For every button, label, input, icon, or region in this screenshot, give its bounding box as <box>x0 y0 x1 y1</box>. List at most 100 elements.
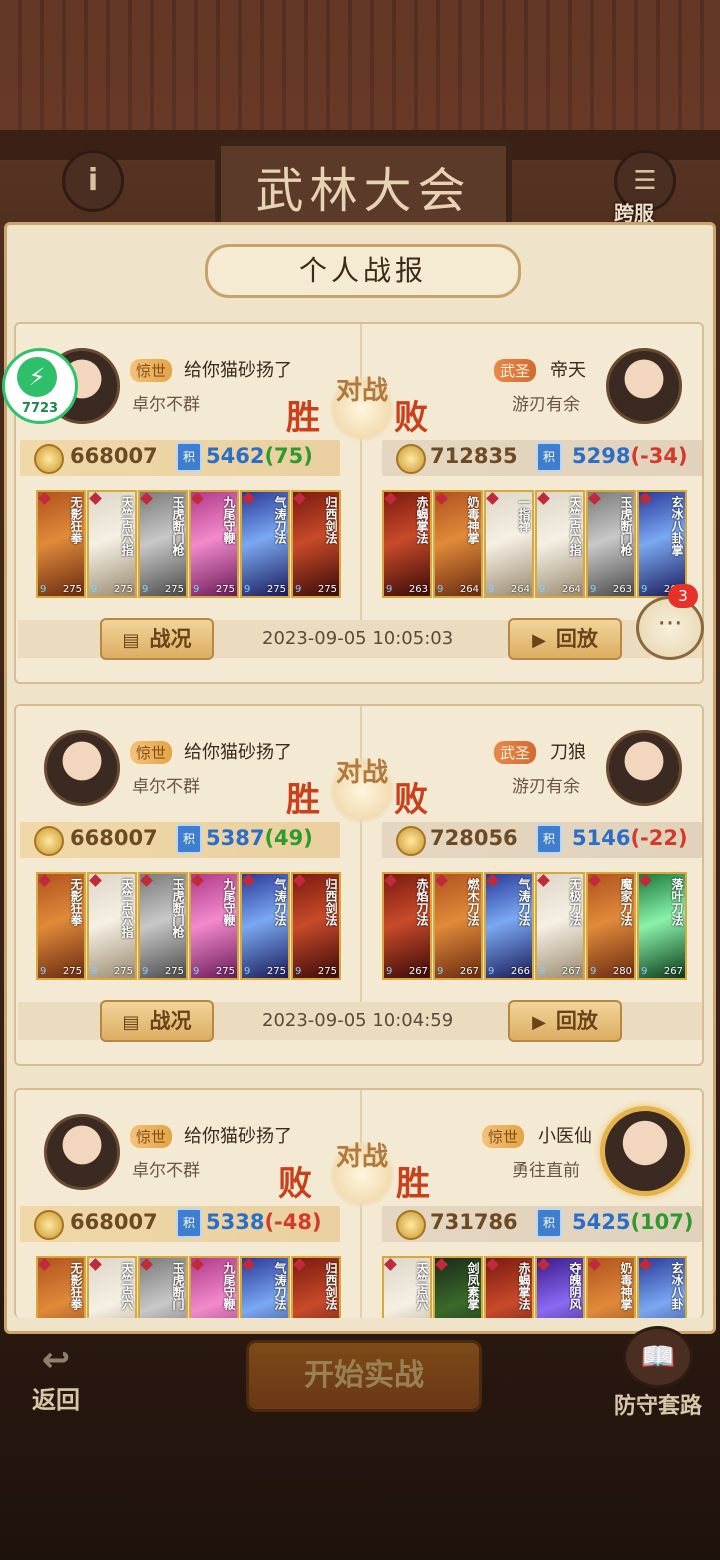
result-right: 胜 <box>396 1164 430 1204</box>
score-value: 5298(-34) <box>572 444 688 468</box>
avatar[interactable] <box>606 348 682 424</box>
guild-name: 游刃有余 <box>512 777 580 797</box>
player-name: 给你猫砂扬了 <box>184 360 292 381</box>
skill-card[interactable]: 赤蝎掌法 9 263 <box>382 490 432 598</box>
coin-icon <box>34 444 64 474</box>
coin-icon <box>396 1210 426 1240</box>
skill-card[interactable]: 落叶刀法 9 267 <box>637 872 687 980</box>
skill-card[interactable]: 夺魄阴风 <box>535 1256 585 1318</box>
score-icon: 积 <box>176 1208 202 1238</box>
result-left: 胜 <box>286 780 320 820</box>
coin-icon <box>34 826 64 856</box>
start-battle-label: 开始实战 <box>304 1358 424 1393</box>
skill-card[interactable]: 气涛刀法 <box>240 1256 290 1318</box>
avatar[interactable] <box>44 730 120 806</box>
divider <box>360 706 362 1006</box>
skill-card[interactable]: 归西剑法 9 275 <box>291 490 341 598</box>
result-left: 败 <box>278 1164 312 1204</box>
skill-card[interactable]: 玉虎断门枪 9 275 <box>138 490 188 598</box>
skill-card[interactable]: 天竺点穴 <box>87 1256 137 1318</box>
skill-card[interactable]: 燃木刀法 9 267 <box>433 872 483 980</box>
score-value: 5338(-48) <box>206 1210 322 1234</box>
power-value: 668007 <box>70 444 158 468</box>
power-value: 712835 <box>430 444 518 468</box>
skill-card[interactable]: 无影狂拳 9 275 <box>36 490 86 598</box>
defense-setup-button[interactable]: 📖 防守套路 <box>600 1326 716 1420</box>
skill-card[interactable]: 奶毒神掌 9 264 <box>433 490 483 598</box>
roof-decoration <box>0 0 720 150</box>
battle-time: 2023-09-05 10:04:59 <box>262 1010 454 1031</box>
skill-card[interactable]: 归西剑法 <box>291 1256 341 1318</box>
skill-card[interactable]: 天竺点穴指 9 275 <box>87 872 137 980</box>
coin-icon <box>34 1210 64 1240</box>
back-button[interactable]: ↩ 返回 <box>18 1340 94 1415</box>
defense-setup-label: 防守套路 <box>613 1394 702 1419</box>
replay-button[interactable]: ▶ 回放 <box>508 618 622 660</box>
player-name: 给你猫砂扬了 <box>184 742 292 763</box>
power-value: 731786 <box>430 1210 518 1234</box>
play-icon: ▶ <box>532 1012 546 1033</box>
score-icon: 积 <box>176 824 202 854</box>
battle-record-1: 惊世 给你猫砂扬了 卓尔不群 胜 对战 败 武圣 帝天 游刃有余 668007 … <box>14 322 704 684</box>
score-icon: 积 <box>536 442 562 472</box>
book-icon: 📖 <box>623 1326 693 1388</box>
info-icon[interactable]: i <box>62 150 124 212</box>
skill-card[interactable]: 玉虎断门枪 9 263 <box>586 490 636 598</box>
skill-card[interactable]: 玉虎断门枪 9 275 <box>138 872 188 980</box>
skill-card[interactable]: 奶毒神掌 <box>586 1256 636 1318</box>
skill-card[interactable]: 无影狂拳 <box>36 1256 86 1318</box>
guild-name: 卓尔不群 <box>132 395 200 415</box>
player-name: 帝天 <box>550 360 586 381</box>
score-value: 5146(-22) <box>572 826 688 850</box>
list-icon: ▤ <box>122 630 140 651</box>
avatar[interactable] <box>44 1114 120 1190</box>
skill-card[interactable]: 无影狂拳 9 275 <box>36 872 86 980</box>
rank-badge: 惊世 <box>130 1125 173 1148</box>
skill-card[interactable]: 气涛刀法 9 266 <box>484 872 534 980</box>
skill-card[interactable]: 玉虎断门 <box>138 1256 188 1318</box>
skill-card[interactable]: 一指禅 9 264 <box>484 490 534 598</box>
skill-card[interactable]: 九尾守鞭 9 275 <box>189 872 239 980</box>
rank-badge: 武圣 <box>494 359 537 382</box>
skill-card[interactable]: 九尾守鞭 9 275 <box>189 490 239 598</box>
skill-card[interactable]: 气涛刀法 9 275 <box>240 490 290 598</box>
battle-report-button[interactable]: ▤ 战况 <box>100 1000 214 1042</box>
skill-card[interactable]: 无极刀法 9 267 <box>535 872 585 980</box>
avatar[interactable] <box>600 1106 690 1196</box>
skill-card[interactable]: 魔家刀法 9 280 <box>586 872 636 980</box>
battle-record-2: 惊世 给你猫砂扬了 卓尔不群 胜 对战 败 武圣 刀狼 游刃有余 668007 … <box>14 704 704 1066</box>
skill-card[interactable]: 赤蝎掌法 <box>484 1256 534 1318</box>
left-card-row: 无影狂拳 天竺点穴 玉虎断门 九尾守鞭 气涛刀法 归西剑法 <box>36 1256 341 1318</box>
skill-card[interactable]: 赤焰刀法 9 267 <box>382 872 432 980</box>
guild-name: 卓尔不群 <box>132 1161 200 1181</box>
skill-card[interactable]: 天竺点穴 <box>382 1256 432 1318</box>
start-battle-button[interactable]: 开始实战 <box>246 1340 482 1412</box>
overlay-7723-button[interactable]: ⚡ 7723 <box>2 348 78 424</box>
coin-icon <box>396 444 426 474</box>
right-card-row: 天竺点穴 剑凤素掌 赤蝎掌法 夺魄阴风 奶毒神掌 玄冰八卦 <box>382 1256 687 1318</box>
score-value: 5387(49) <box>206 826 313 850</box>
rank-badge: 惊世 <box>482 1125 525 1148</box>
skill-card[interactable]: 玄冰八卦掌9263 <box>637 490 687 598</box>
replay-button[interactable]: ▶ 回放 <box>508 1000 622 1042</box>
left-card-row: 无影狂拳 9 275 天竺点穴指 9 275 玉虎断门枪 9 275 九尾守鞭 9 275 气涛… <box>36 490 341 600</box>
guild-name: 卓尔不群 <box>132 777 200 797</box>
battle-report-button[interactable]: ▤ 战况 <box>100 618 214 660</box>
skill-card[interactable]: 天竺点穴指 9 275 <box>87 490 137 598</box>
skill-card[interactable]: 九尾守鞭 <box>189 1256 239 1318</box>
vs-emblem: 对战 <box>329 758 395 824</box>
skill-card[interactable]: 气涛刀法 9 275 <box>240 872 290 980</box>
vs-emblem: 对战 <box>329 376 395 442</box>
skill-card[interactable]: 玄冰八卦 <box>637 1256 687 1318</box>
rank-badge: 惊世 <box>130 741 173 764</box>
chat-badge: 3 <box>668 584 698 608</box>
skill-card[interactable]: 天竺点穴指 9 264 <box>535 490 585 598</box>
score-value: 5425(107) <box>572 1210 694 1234</box>
battle-record-3: 惊世 给你猫砂扬了 卓尔不群 败 对战 胜 惊世 小医仙 勇往直前 668007… <box>14 1088 704 1318</box>
skill-card[interactable]: 剑凤素掌 <box>433 1256 483 1318</box>
skill-card[interactable]: 归西剑法 9 275 <box>291 872 341 980</box>
avatar[interactable] <box>606 730 682 806</box>
chat-icon[interactable]: ··· <box>636 596 704 660</box>
overlay-label: 7723 <box>21 401 59 416</box>
player-name: 小医仙 <box>538 1126 592 1147</box>
